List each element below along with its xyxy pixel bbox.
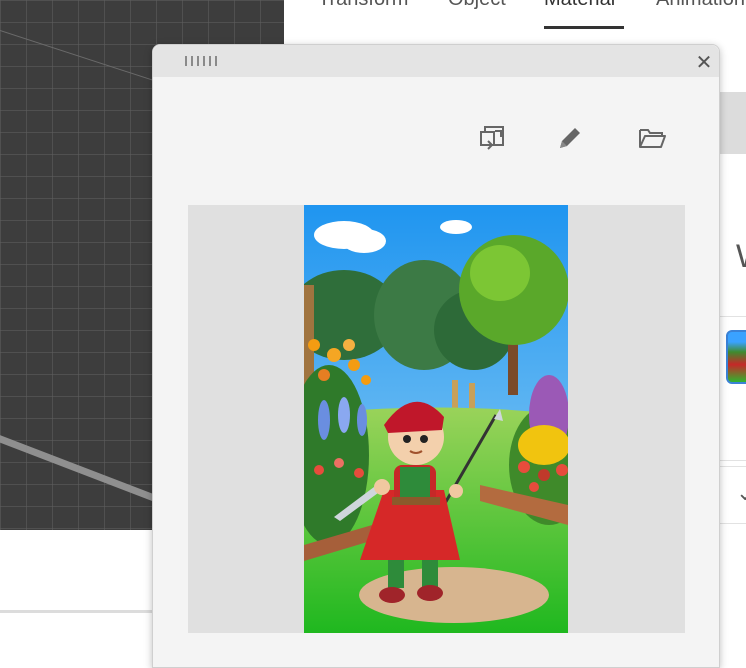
image-preview-area: [188, 205, 685, 633]
tab-animation[interactable]: Animation: [656, 0, 745, 11]
warrior-garden-illustration: [304, 205, 568, 633]
material-texture-thumbnail[interactable]: [726, 330, 746, 384]
open-folder-icon: [639, 129, 666, 148]
tab-material[interactable]: Material: [544, 0, 615, 11]
panel-header-strip: [720, 92, 746, 154]
property-tabs: Transform Object Material Animation: [284, 0, 746, 44]
close-icon[interactable]: ✕: [693, 51, 715, 73]
texture-image-dialog: ✕: [152, 44, 720, 668]
dialog-title-bar[interactable]: ✕: [153, 45, 719, 77]
texture-image: [304, 205, 568, 633]
replace-image-button[interactable]: [477, 123, 507, 153]
chevron-down-icon[interactable]: ⌄: [736, 480, 746, 506]
panel-divider: [720, 316, 746, 317]
edit-image-button[interactable]: [555, 123, 585, 153]
viewport-divider: [0, 610, 160, 613]
replace-image-icon: [480, 126, 504, 150]
active-tab-indicator: [544, 26, 624, 29]
drag-handle-icon[interactable]: [185, 56, 219, 66]
edit-pencil-icon: [560, 128, 580, 148]
tab-object[interactable]: Object: [448, 0, 506, 11]
tab-transform[interactable]: Transform: [318, 0, 408, 11]
panel-divider: [720, 460, 746, 461]
open-file-button[interactable]: [637, 123, 667, 153]
panel-partial-label: W: [736, 238, 746, 275]
